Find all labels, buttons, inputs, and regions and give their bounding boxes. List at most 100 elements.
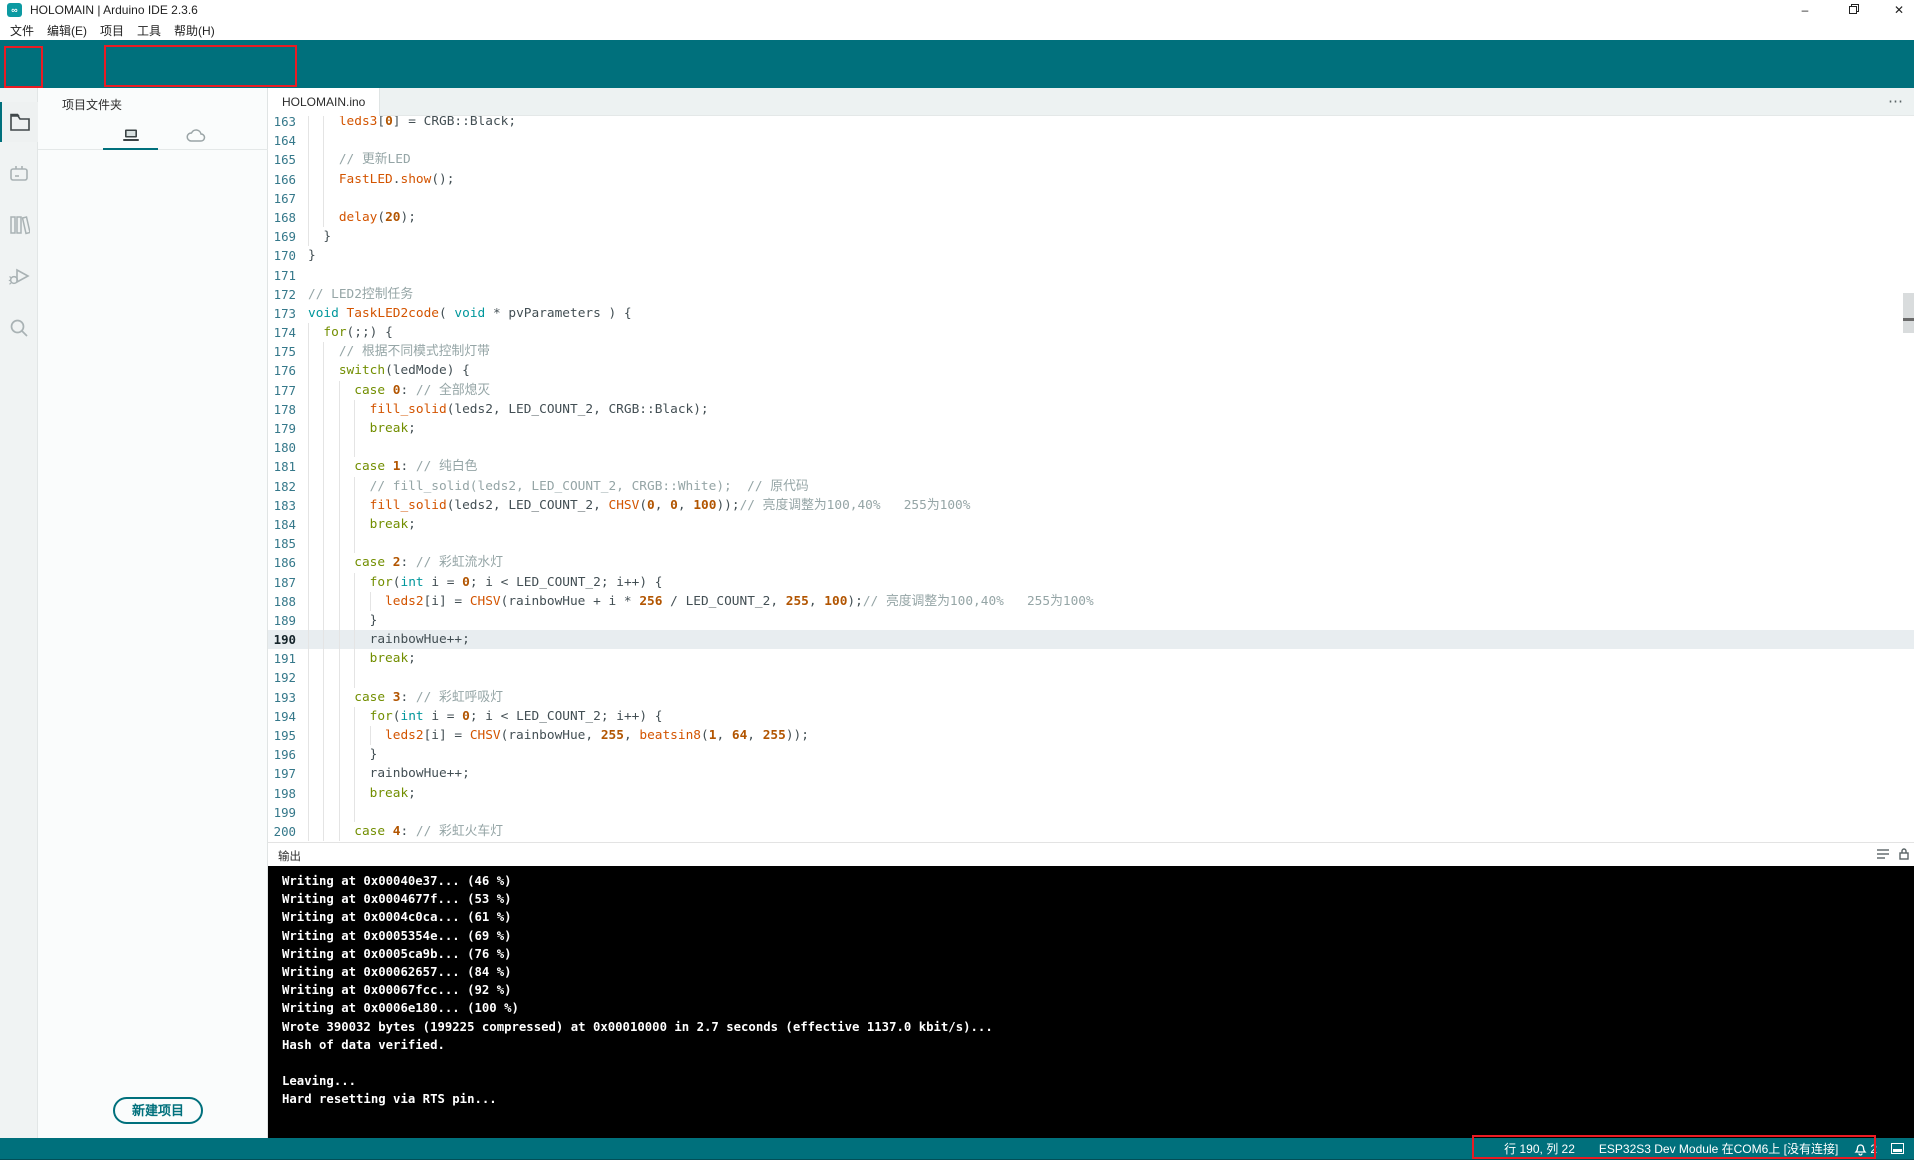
line-number[interactable]: 181 (268, 457, 296, 476)
code-line[interactable]: 193 case 3: // 彩虹呼吸灯 (268, 688, 1914, 707)
line-number[interactable]: 200 (268, 822, 296, 841)
line-number[interactable]: 197 (268, 764, 296, 783)
editor-scrollbar[interactable] (1903, 116, 1914, 842)
line-number[interactable]: 199 (268, 803, 296, 822)
maximize-button[interactable] (1838, 0, 1868, 20)
code-line[interactable]: 194 for(int i = 0; i < LED_COUNT_2; i++)… (268, 707, 1914, 726)
status-board-port[interactable]: ESP32S3 Dev Module 在COM6上 [没有连接] (1599, 1140, 1838, 1157)
line-number[interactable]: 174 (268, 323, 296, 342)
toggle-softwrap-icon[interactable] (1876, 848, 1890, 860)
code-line[interactable]: 188 leds2[i] = CHSV(rainbowHue + i * 256… (268, 592, 1914, 611)
line-number[interactable]: 163 (268, 116, 296, 131)
sidebar-item-search[interactable] (0, 308, 38, 348)
code-editor[interactable]: 163 leds3[0] = CRGB::Black;164165 // 更新L… (268, 116, 1914, 842)
code-line[interactable]: 165 // 更新LED (268, 150, 1914, 169)
code-line[interactable]: 167 (268, 189, 1914, 208)
line-number[interactable]: 164 (268, 131, 296, 150)
code-line[interactable]: 195 leds2[i] = CHSV(rainbowHue, 255, bea… (268, 726, 1914, 745)
output-console[interactable]: Writing at 0x00040e37... (46 %)Writing a… (268, 866, 1914, 1138)
line-number[interactable]: 179 (268, 419, 296, 438)
code-line[interactable]: 184 break; (268, 515, 1914, 534)
code-line[interactable]: 190 rainbowHue++; (268, 630, 1914, 649)
code-line[interactable]: 199 (268, 803, 1914, 822)
line-number[interactable]: 182 (268, 477, 296, 496)
tab-local-sketchbook[interactable] (103, 122, 158, 150)
line-number[interactable]: 175 (268, 342, 296, 361)
line-number[interactable]: 193 (268, 688, 296, 707)
code-line[interactable]: 179 break; (268, 419, 1914, 438)
sidebar-item-boards-manager[interactable] (0, 154, 38, 194)
code-line[interactable]: 171 (268, 266, 1914, 285)
line-number[interactable]: 196 (268, 745, 296, 764)
line-number[interactable]: 172 (268, 285, 296, 304)
line-number[interactable]: 195 (268, 726, 296, 745)
more-actions-icon[interactable]: ⋯ (1888, 88, 1903, 116)
code-line[interactable]: 187 for(int i = 0; i < LED_COUNT_2; i++)… (268, 573, 1914, 592)
status-notifications[interactable]: 2 (1854, 1142, 1877, 1156)
menu-item-2[interactable]: 项目 (98, 22, 135, 39)
code-line[interactable]: 170} (268, 246, 1914, 265)
menu-item-3[interactable]: 工具 (135, 22, 172, 39)
code-line[interactable]: 173void TaskLED2code( void * pvParameter… (268, 304, 1914, 323)
menu-item-0[interactable]: 文件 (8, 22, 45, 39)
line-number[interactable]: 177 (268, 381, 296, 400)
line-number[interactable]: 167 (268, 189, 296, 208)
tab-holomain-ino[interactable]: HOLOMAIN.ino (268, 88, 380, 116)
tab-cloud-sketchbook[interactable] (176, 122, 216, 150)
line-number[interactable]: 166 (268, 170, 296, 189)
code-line[interactable]: 198 break; (268, 784, 1914, 803)
close-button[interactable]: ✕ (1884, 0, 1914, 20)
code-line[interactable]: 192 (268, 668, 1914, 687)
code-line[interactable]: 174 for(;;) { (268, 323, 1914, 342)
line-number[interactable]: 191 (268, 649, 296, 668)
code-line[interactable]: 196 } (268, 745, 1914, 764)
code-line[interactable]: 189 } (268, 611, 1914, 630)
code-line[interactable]: 200 case 4: // 彩虹火车灯 (268, 822, 1914, 841)
line-number[interactable]: 192 (268, 668, 296, 687)
scrollbar-thumb[interactable] (1903, 293, 1914, 333)
line-number[interactable]: 185 (268, 534, 296, 553)
line-number[interactable]: 165 (268, 150, 296, 169)
sidebar-item-sketchbook[interactable] (0, 102, 38, 142)
menu-item-4[interactable]: 帮助(H) (172, 22, 226, 39)
code-line[interactable]: 168 delay(20); (268, 208, 1914, 227)
code-line[interactable]: 169 } (268, 227, 1914, 246)
new-sketch-button[interactable]: 新建项目 (113, 1097, 203, 1124)
line-number[interactable]: 168 (268, 208, 296, 227)
code-line[interactable]: 197 rainbowHue++; (268, 764, 1914, 783)
code-line[interactable]: 176 switch(ledMode) { (268, 361, 1914, 380)
panel-toggle-icon[interactable] (1891, 1143, 1904, 1154)
line-number[interactable]: 170 (268, 246, 296, 265)
code-line[interactable]: 186 case 2: // 彩虹流水灯 (268, 553, 1914, 572)
code-line[interactable]: 180 (268, 438, 1914, 457)
line-number[interactable]: 180 (268, 438, 296, 457)
line-number[interactable]: 198 (268, 784, 296, 803)
code-line[interactable]: 182 // fill_solid(leds2, LED_COUNT_2, CR… (268, 477, 1914, 496)
line-number[interactable]: 189 (268, 611, 296, 630)
line-number[interactable]: 190 (268, 630, 296, 649)
sidebar-item-debug[interactable] (0, 256, 38, 296)
status-cursor-position[interactable]: 行 190, 列 22 (1504, 1140, 1575, 1157)
line-number[interactable]: 188 (268, 592, 296, 611)
sidebar-item-library-manager[interactable] (0, 205, 38, 245)
code-line[interactable]: 181 case 1: // 纯白色 (268, 457, 1914, 476)
code-line[interactable]: 185 (268, 534, 1914, 553)
line-number[interactable]: 184 (268, 515, 296, 534)
code-line[interactable]: 163 leds3[0] = CRGB::Black; (268, 116, 1914, 131)
code-line[interactable]: 166 FastLED.show(); (268, 170, 1914, 189)
minimize-button[interactable]: – (1790, 0, 1820, 20)
code-line[interactable]: 172// LED2控制任务 (268, 285, 1914, 304)
line-number[interactable]: 171 (268, 266, 296, 285)
line-number[interactable]: 186 (268, 553, 296, 572)
code-line[interactable]: 177 case 0: // 全部熄灭 (268, 381, 1914, 400)
code-line[interactable]: 178 fill_solid(leds2, LED_COUNT_2, CRGB:… (268, 400, 1914, 419)
line-number[interactable]: 176 (268, 361, 296, 380)
code-line[interactable]: 175 // 根据不同模式控制灯带 (268, 342, 1914, 361)
lock-scroll-icon[interactable] (1898, 847, 1910, 861)
line-number[interactable]: 169 (268, 227, 296, 246)
line-number[interactable]: 183 (268, 496, 296, 515)
line-number[interactable]: 178 (268, 400, 296, 419)
line-number[interactable]: 173 (268, 304, 296, 323)
line-number[interactable]: 187 (268, 573, 296, 592)
menu-item-1[interactable]: 编辑(E) (45, 22, 98, 39)
